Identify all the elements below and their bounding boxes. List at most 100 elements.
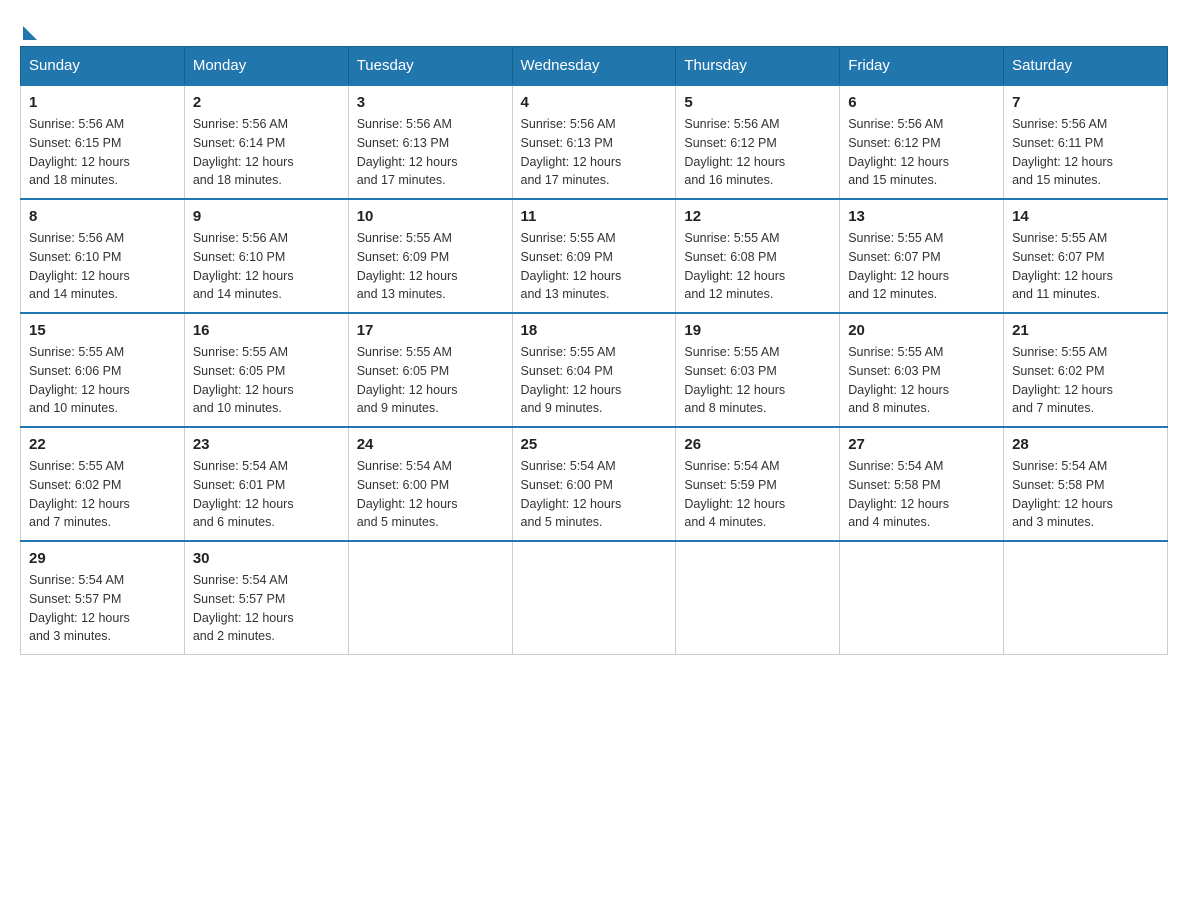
day-info: Sunrise: 5:56 AMSunset: 6:14 PMDaylight:… xyxy=(193,115,340,190)
day-info: Sunrise: 5:55 AMSunset: 6:09 PMDaylight:… xyxy=(521,229,668,304)
calendar-cell: 24 Sunrise: 5:54 AMSunset: 6:00 PMDaylig… xyxy=(348,427,512,541)
calendar-cell: 9 Sunrise: 5:56 AMSunset: 6:10 PMDayligh… xyxy=(184,199,348,313)
calendar-cell: 3 Sunrise: 5:56 AMSunset: 6:13 PMDayligh… xyxy=(348,85,512,199)
day-info: Sunrise: 5:55 AMSunset: 6:02 PMDaylight:… xyxy=(1012,343,1159,418)
day-info: Sunrise: 5:55 AMSunset: 6:04 PMDaylight:… xyxy=(521,343,668,418)
calendar-cell: 7 Sunrise: 5:56 AMSunset: 6:11 PMDayligh… xyxy=(1004,85,1168,199)
day-number: 2 xyxy=(193,94,340,111)
day-number: 14 xyxy=(1012,208,1159,225)
day-number: 9 xyxy=(193,208,340,225)
day-number: 19 xyxy=(684,322,831,339)
week-row-3: 15 Sunrise: 5:55 AMSunset: 6:06 PMDaylig… xyxy=(21,313,1168,427)
day-number: 1 xyxy=(29,94,176,111)
day-number: 26 xyxy=(684,436,831,453)
day-info: Sunrise: 5:54 AMSunset: 5:59 PMDaylight:… xyxy=(684,457,831,532)
calendar-cell: 14 Sunrise: 5:55 AMSunset: 6:07 PMDaylig… xyxy=(1004,199,1168,313)
day-number: 16 xyxy=(193,322,340,339)
day-number: 21 xyxy=(1012,322,1159,339)
calendar-cell: 25 Sunrise: 5:54 AMSunset: 6:00 PMDaylig… xyxy=(512,427,676,541)
calendar-header-row: SundayMondayTuesdayWednesdayThursdayFrid… xyxy=(21,47,1168,86)
day-info: Sunrise: 5:56 AMSunset: 6:12 PMDaylight:… xyxy=(684,115,831,190)
day-info: Sunrise: 5:54 AMSunset: 6:00 PMDaylight:… xyxy=(357,457,504,532)
day-info: Sunrise: 5:54 AMSunset: 5:58 PMDaylight:… xyxy=(848,457,995,532)
calendar-cell: 12 Sunrise: 5:55 AMSunset: 6:08 PMDaylig… xyxy=(676,199,840,313)
calendar-cell: 2 Sunrise: 5:56 AMSunset: 6:14 PMDayligh… xyxy=(184,85,348,199)
day-number: 7 xyxy=(1012,94,1159,111)
calendar-cell: 29 Sunrise: 5:54 AMSunset: 5:57 PMDaylig… xyxy=(21,541,185,655)
calendar-cell: 5 Sunrise: 5:56 AMSunset: 6:12 PMDayligh… xyxy=(676,85,840,199)
day-info: Sunrise: 5:55 AMSunset: 6:05 PMDaylight:… xyxy=(193,343,340,418)
calendar-cell xyxy=(512,541,676,655)
day-number: 28 xyxy=(1012,436,1159,453)
day-number: 23 xyxy=(193,436,340,453)
day-number: 25 xyxy=(521,436,668,453)
week-row-2: 8 Sunrise: 5:56 AMSunset: 6:10 PMDayligh… xyxy=(21,199,1168,313)
calendar-cell: 6 Sunrise: 5:56 AMSunset: 6:12 PMDayligh… xyxy=(840,85,1004,199)
calendar-cell: 18 Sunrise: 5:55 AMSunset: 6:04 PMDaylig… xyxy=(512,313,676,427)
day-number: 13 xyxy=(848,208,995,225)
day-number: 24 xyxy=(357,436,504,453)
page-header xyxy=(20,20,1168,36)
day-number: 15 xyxy=(29,322,176,339)
day-number: 17 xyxy=(357,322,504,339)
day-info: Sunrise: 5:56 AMSunset: 6:13 PMDaylight:… xyxy=(521,115,668,190)
week-row-4: 22 Sunrise: 5:55 AMSunset: 6:02 PMDaylig… xyxy=(21,427,1168,541)
logo-arrow-icon xyxy=(23,26,37,40)
day-info: Sunrise: 5:55 AMSunset: 6:06 PMDaylight:… xyxy=(29,343,176,418)
day-info: Sunrise: 5:55 AMSunset: 6:03 PMDaylight:… xyxy=(684,343,831,418)
day-info: Sunrise: 5:54 AMSunset: 6:01 PMDaylight:… xyxy=(193,457,340,532)
day-info: Sunrise: 5:55 AMSunset: 6:07 PMDaylight:… xyxy=(848,229,995,304)
header-wednesday: Wednesday xyxy=(512,47,676,86)
week-row-1: 1 Sunrise: 5:56 AMSunset: 6:15 PMDayligh… xyxy=(21,85,1168,199)
calendar-cell: 16 Sunrise: 5:55 AMSunset: 6:05 PMDaylig… xyxy=(184,313,348,427)
calendar-cell: 13 Sunrise: 5:55 AMSunset: 6:07 PMDaylig… xyxy=(840,199,1004,313)
day-info: Sunrise: 5:55 AMSunset: 6:08 PMDaylight:… xyxy=(684,229,831,304)
calendar-cell: 8 Sunrise: 5:56 AMSunset: 6:10 PMDayligh… xyxy=(21,199,185,313)
logo xyxy=(20,20,37,36)
header-tuesday: Tuesday xyxy=(348,47,512,86)
calendar-cell: 30 Sunrise: 5:54 AMSunset: 5:57 PMDaylig… xyxy=(184,541,348,655)
day-info: Sunrise: 5:56 AMSunset: 6:15 PMDaylight:… xyxy=(29,115,176,190)
calendar-cell: 19 Sunrise: 5:55 AMSunset: 6:03 PMDaylig… xyxy=(676,313,840,427)
day-info: Sunrise: 5:56 AMSunset: 6:12 PMDaylight:… xyxy=(848,115,995,190)
day-number: 20 xyxy=(848,322,995,339)
calendar-cell xyxy=(840,541,1004,655)
day-info: Sunrise: 5:56 AMSunset: 6:10 PMDaylight:… xyxy=(193,229,340,304)
day-number: 3 xyxy=(357,94,504,111)
calendar-cell xyxy=(1004,541,1168,655)
day-info: Sunrise: 5:54 AMSunset: 5:57 PMDaylight:… xyxy=(193,571,340,646)
day-info: Sunrise: 5:56 AMSunset: 6:11 PMDaylight:… xyxy=(1012,115,1159,190)
day-info: Sunrise: 5:54 AMSunset: 5:58 PMDaylight:… xyxy=(1012,457,1159,532)
day-number: 29 xyxy=(29,550,176,567)
day-info: Sunrise: 5:56 AMSunset: 6:13 PMDaylight:… xyxy=(357,115,504,190)
calendar-cell: 28 Sunrise: 5:54 AMSunset: 5:58 PMDaylig… xyxy=(1004,427,1168,541)
calendar-cell: 20 Sunrise: 5:55 AMSunset: 6:03 PMDaylig… xyxy=(840,313,1004,427)
day-info: Sunrise: 5:54 AMSunset: 6:00 PMDaylight:… xyxy=(521,457,668,532)
day-number: 8 xyxy=(29,208,176,225)
day-info: Sunrise: 5:55 AMSunset: 6:03 PMDaylight:… xyxy=(848,343,995,418)
day-number: 22 xyxy=(29,436,176,453)
header-sunday: Sunday xyxy=(21,47,185,86)
day-info: Sunrise: 5:56 AMSunset: 6:10 PMDaylight:… xyxy=(29,229,176,304)
calendar-cell: 1 Sunrise: 5:56 AMSunset: 6:15 PMDayligh… xyxy=(21,85,185,199)
day-info: Sunrise: 5:55 AMSunset: 6:05 PMDaylight:… xyxy=(357,343,504,418)
day-info: Sunrise: 5:55 AMSunset: 6:09 PMDaylight:… xyxy=(357,229,504,304)
calendar-cell: 22 Sunrise: 5:55 AMSunset: 6:02 PMDaylig… xyxy=(21,427,185,541)
day-number: 11 xyxy=(521,208,668,225)
day-info: Sunrise: 5:55 AMSunset: 6:02 PMDaylight:… xyxy=(29,457,176,532)
day-info: Sunrise: 5:55 AMSunset: 6:07 PMDaylight:… xyxy=(1012,229,1159,304)
day-number: 30 xyxy=(193,550,340,567)
calendar-cell xyxy=(348,541,512,655)
day-number: 12 xyxy=(684,208,831,225)
header-friday: Friday xyxy=(840,47,1004,86)
calendar-cell: 21 Sunrise: 5:55 AMSunset: 6:02 PMDaylig… xyxy=(1004,313,1168,427)
calendar-cell: 10 Sunrise: 5:55 AMSunset: 6:09 PMDaylig… xyxy=(348,199,512,313)
calendar-cell: 27 Sunrise: 5:54 AMSunset: 5:58 PMDaylig… xyxy=(840,427,1004,541)
day-number: 27 xyxy=(848,436,995,453)
header-thursday: Thursday xyxy=(676,47,840,86)
week-row-5: 29 Sunrise: 5:54 AMSunset: 5:57 PMDaylig… xyxy=(21,541,1168,655)
calendar-cell xyxy=(676,541,840,655)
header-saturday: Saturday xyxy=(1004,47,1168,86)
calendar-cell: 23 Sunrise: 5:54 AMSunset: 6:01 PMDaylig… xyxy=(184,427,348,541)
day-number: 4 xyxy=(521,94,668,111)
